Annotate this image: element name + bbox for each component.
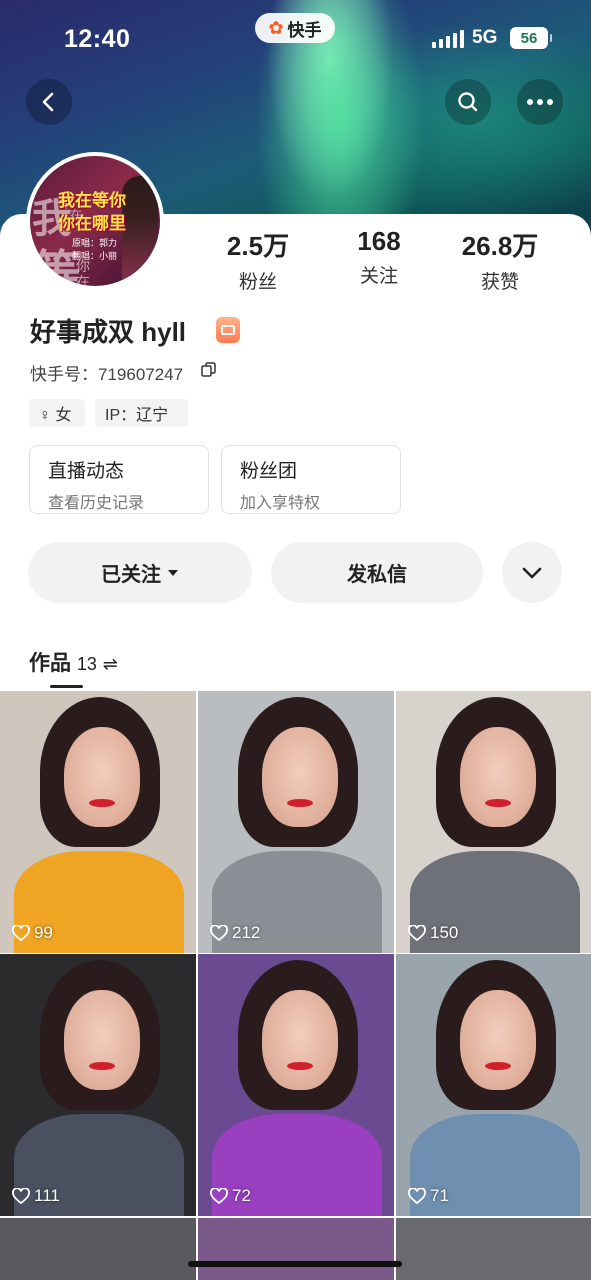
lips: [89, 799, 115, 807]
video-tile-partial[interactable]: [198, 1218, 394, 1280]
app-indicator-pill: ✿ 快手: [255, 13, 335, 43]
video-tile[interactable]: 212: [198, 691, 394, 953]
fan-group-entry[interactable]: 粉丝团 加入享特权: [221, 445, 401, 514]
app-name: 快手: [287, 20, 322, 40]
video-tile[interactable]: 72: [198, 954, 394, 1216]
more-horizontal-icon: [527, 99, 553, 105]
like-count-value: 71: [430, 1186, 449, 1205]
status-bar: 12:40 ✿ 快手 5G 56: [0, 0, 591, 78]
heart-icon: [408, 1188, 426, 1204]
lips: [287, 799, 313, 807]
face: [262, 727, 338, 827]
like-count: 72: [210, 1186, 251, 1206]
back-button[interactable]: [26, 79, 72, 125]
live-history-entry[interactable]: 直播动态 查看历史记录: [29, 445, 209, 514]
face: [460, 727, 536, 827]
status-time: 12:40: [64, 25, 131, 53]
avatar-title-1: 我在等你: [58, 191, 126, 210]
avatar-title-2: 你在哪里: [58, 214, 126, 233]
level-badge-icon[interactable]: [216, 317, 240, 343]
heart-icon: [210, 1188, 228, 1204]
following-button[interactable]: 已关注: [28, 542, 252, 603]
like-count-value: 72: [232, 1186, 251, 1205]
avatar-credit-1: 原唱：郭力: [72, 238, 118, 248]
search-icon: [458, 92, 478, 112]
avatar[interactable]: 我 等 在 你 在 我在等你 你在哪里 原唱：郭力 翻唱：小丽: [26, 152, 164, 290]
home-indicator: [188, 1261, 402, 1267]
signal-icon: [432, 30, 464, 48]
lips: [287, 1062, 313, 1070]
video-tile[interactable]: 99: [0, 691, 196, 953]
video-tile-partial[interactable]: [396, 1218, 591, 1280]
avatar-person: [122, 176, 158, 286]
lips: [485, 799, 511, 807]
stat-fans[interactable]: 2.5万 粉丝: [203, 226, 313, 294]
lips: [485, 1062, 511, 1070]
chevron-left-icon: [42, 92, 54, 112]
heart-icon: [12, 1188, 30, 1204]
like-count: 111: [12, 1186, 60, 1206]
like-count-value: 99: [34, 923, 53, 942]
heart-icon: [210, 925, 228, 941]
avatar-credit-2: 翻唱：小丽: [72, 251, 118, 261]
search-button[interactable]: [445, 79, 491, 125]
heart-icon: [12, 925, 30, 941]
video-tile[interactable]: 71: [396, 954, 591, 1216]
face: [64, 727, 140, 827]
gender-tag: ♀ 女: [29, 399, 85, 427]
stat-following[interactable]: 168 关注: [324, 226, 434, 288]
send-message-button[interactable]: 发私信: [271, 542, 483, 603]
username: 好事成双 hyll: [30, 317, 187, 347]
video-tile[interactable]: 150: [396, 691, 591, 953]
video-tile[interactable]: 111: [0, 954, 196, 1216]
battery-indicator: 56: [510, 27, 552, 49]
like-count: 150: [408, 923, 458, 943]
works-tab-underline: [50, 685, 83, 688]
face: [64, 990, 140, 1090]
stat-likes[interactable]: 26.8万 获赞: [445, 226, 555, 294]
like-count-value: 212: [232, 923, 261, 942]
sort-icon[interactable]: ⇌: [103, 654, 118, 674]
like-count: 71: [408, 1186, 449, 1206]
works-count: 13: [76, 654, 97, 674]
like-count-value: 111: [34, 1186, 60, 1205]
video-tile-partial[interactable]: [0, 1218, 196, 1280]
kuaishou-logo-icon: ✿: [268, 17, 284, 38]
lips: [89, 1062, 115, 1070]
face: [262, 990, 338, 1090]
heart-icon: [408, 925, 426, 941]
works-tab[interactable]: 作品 13 ⇌: [29, 647, 118, 677]
copy-icon[interactable]: [201, 362, 216, 377]
more-button[interactable]: [517, 79, 563, 125]
caret-down-icon: [168, 569, 178, 576]
network-type: 5G: [472, 27, 498, 48]
like-count-value: 150: [430, 923, 459, 942]
kuaishou-id: 快手号：719607247: [30, 365, 184, 384]
expand-button[interactable]: [502, 542, 562, 603]
face: [460, 990, 536, 1090]
like-count: 212: [210, 923, 260, 943]
like-count: 99: [12, 923, 53, 943]
chevron-down-icon: [522, 567, 542, 578]
ip-location-tag: IP：辽宁: [95, 399, 188, 427]
